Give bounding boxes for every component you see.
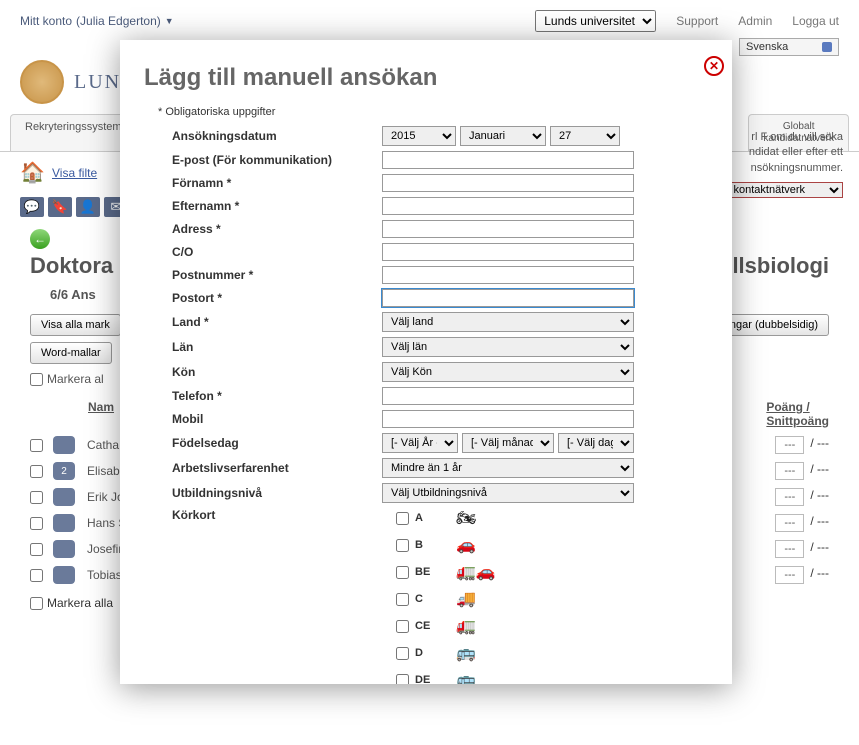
county-select[interactable]: Välj län xyxy=(382,337,634,357)
bday-month-select[interactable]: [- Välj månad - xyxy=(462,433,554,453)
license-row: C 🚚 xyxy=(396,589,708,609)
license-checkbox-BE[interactable] xyxy=(396,566,409,579)
license-row: D 🚌 xyxy=(396,643,708,663)
email-field[interactable] xyxy=(382,151,634,169)
license-row: DE 🚌 xyxy=(396,670,708,684)
country-select[interactable]: Välj land xyxy=(382,312,634,332)
license-code: CE xyxy=(415,620,430,632)
license-code: A xyxy=(415,512,423,524)
vehicle-icon: 🚗 xyxy=(456,535,516,555)
address-field[interactable] xyxy=(382,220,634,238)
phone-field[interactable] xyxy=(382,387,634,405)
close-button[interactable]: ✕ xyxy=(704,56,724,76)
license-row: A 🏍 xyxy=(396,508,708,528)
label-date: Ansökningsdatum xyxy=(172,129,382,143)
license-checkbox-DE[interactable] xyxy=(396,674,409,685)
bday-year-select[interactable]: [- Välj År -] xyxy=(382,433,458,453)
date-year-select[interactable]: 2015 xyxy=(382,126,456,146)
label-email: E-post (För kommunikation) xyxy=(172,153,382,167)
co-field[interactable] xyxy=(382,243,634,261)
license-code: D xyxy=(415,647,423,659)
label-zip: Postnummer * xyxy=(172,268,382,282)
label-country: Land * xyxy=(172,315,382,329)
label-education: Utbildningsnivå xyxy=(172,486,382,500)
label-mobile: Mobil xyxy=(172,412,382,426)
label-gender: Kön xyxy=(172,365,382,379)
vehicle-icon: 🚛 xyxy=(456,616,516,636)
add-application-modal: ✕ Lägg till manuell ansökan * Obligatori… xyxy=(120,40,732,684)
bday-day-select[interactable]: [- Välj dag -] xyxy=(558,433,634,453)
firstname-field[interactable] xyxy=(382,174,634,192)
vehicle-icon: 🚚 xyxy=(456,589,516,609)
vehicle-icon: 🏍 xyxy=(456,508,516,528)
license-row: BE 🚛🚗 xyxy=(396,562,708,582)
education-select[interactable]: Välj Utbildningsnivå xyxy=(382,483,634,503)
label-co: C/O xyxy=(172,245,382,259)
vehicle-icon: 🚛🚗 xyxy=(456,562,516,582)
vehicle-icon: 🚌 xyxy=(456,643,516,663)
date-day-select[interactable]: 27 xyxy=(550,126,620,146)
mobile-field[interactable] xyxy=(382,410,634,428)
license-code: BE xyxy=(415,566,430,578)
license-checkbox-B[interactable] xyxy=(396,539,409,552)
license-code: DE xyxy=(415,674,430,684)
city-field[interactable] xyxy=(382,289,634,307)
label-birthday: Födelsedag xyxy=(172,436,382,450)
label-county: Län xyxy=(172,340,382,354)
license-row: CE 🚛 xyxy=(396,616,708,636)
license-checkbox-A[interactable] xyxy=(396,512,409,525)
label-city: Postort * xyxy=(172,291,382,305)
license-code: C xyxy=(415,593,423,605)
label-phone: Telefon * xyxy=(172,389,382,403)
gender-select[interactable]: Välj Kön xyxy=(382,362,634,382)
label-license: Körkort xyxy=(172,508,382,522)
modal-title: Lägg till manuell ansökan xyxy=(144,64,708,92)
label-lastname: Efternamn * xyxy=(172,199,382,213)
label-experience: Arbetslivserfarenhet xyxy=(172,461,382,475)
lastname-field[interactable] xyxy=(382,197,634,215)
license-checkbox-C[interactable] xyxy=(396,593,409,606)
vehicle-icon: 🚌 xyxy=(456,670,516,684)
label-address: Adress * xyxy=(172,222,382,236)
required-note: * Obligatoriska uppgifter xyxy=(158,106,708,118)
license-row: B 🚗 xyxy=(396,535,708,555)
date-month-select[interactable]: Januari xyxy=(460,126,546,146)
license-code: B xyxy=(415,539,423,551)
experience-select[interactable]: Mindre än 1 år xyxy=(382,458,634,478)
label-firstname: Förnamn * xyxy=(172,176,382,190)
license-checkbox-D[interactable] xyxy=(396,647,409,660)
license-checkbox-CE[interactable] xyxy=(396,620,409,633)
zip-field[interactable] xyxy=(382,266,634,284)
